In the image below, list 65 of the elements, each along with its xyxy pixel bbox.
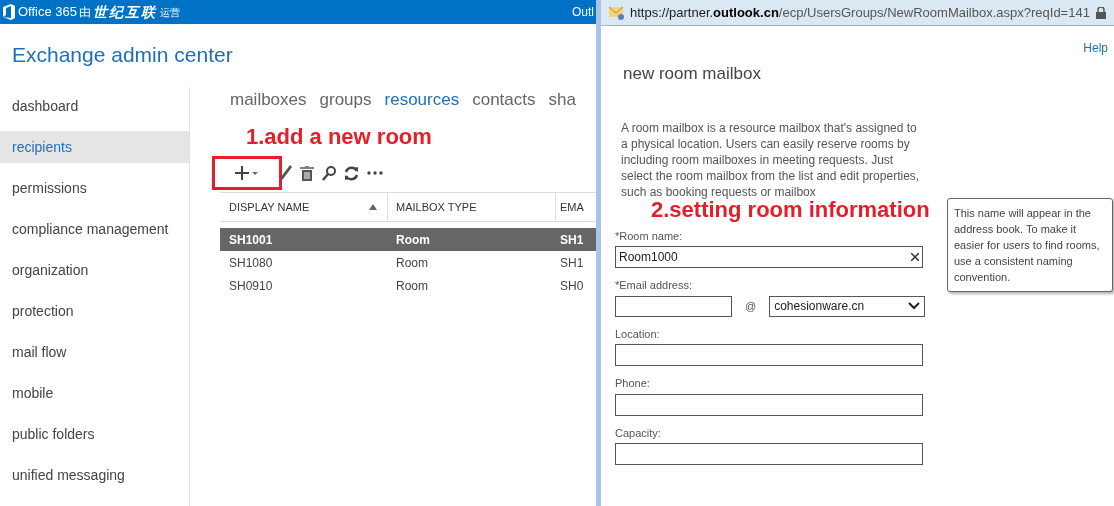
table-row[interactable]: SH0910 Room SH0 bbox=[220, 274, 596, 297]
refresh-icon[interactable] bbox=[344, 165, 359, 181]
office-logo-icon bbox=[2, 4, 16, 20]
table-cell-text: Room bbox=[395, 231, 431, 249]
sidebar-item[interactable]: recipients bbox=[0, 131, 189, 163]
sidebar-item[interactable]: dashboard bbox=[0, 90, 189, 122]
table-row[interactable]: SH1080 Room SH1 bbox=[220, 251, 596, 274]
table-cell-text: SH1001 bbox=[228, 231, 274, 249]
annotation-text: 1.add a new room bbox=[246, 123, 433, 150]
table-row[interactable]: SH1001 Room SH1 bbox=[220, 228, 596, 251]
domain-dropdown[interactable]: cohesionware.cn bbox=[769, 295, 926, 317]
at-sign: @ bbox=[745, 298, 757, 314]
search-icon[interactable] bbox=[322, 165, 336, 181]
email-field[interactable] bbox=[615, 295, 732, 317]
edit-icon[interactable] bbox=[280, 165, 292, 181]
dialog-title: new room mailbox bbox=[623, 63, 762, 85]
sidebar-item[interactable]: mobile bbox=[0, 377, 189, 409]
table-cell-text: SH0 bbox=[559, 277, 584, 295]
field-label: Location: bbox=[615, 326, 660, 342]
table-cell-text: SH1 bbox=[559, 231, 584, 249]
sidebar-item[interactable]: organization bbox=[0, 254, 189, 286]
nav-tab[interactable]: sha bbox=[548, 87, 576, 113]
table-cell-text: SH1080 bbox=[228, 254, 274, 272]
partner-text: 世纪互联 bbox=[93, 2, 158, 22]
sort-up-icon bbox=[369, 204, 377, 210]
nav-tab[interactable]: resources bbox=[384, 87, 460, 113]
field-label: *Room name: bbox=[615, 228, 683, 244]
sidebar-item[interactable]: mail flow bbox=[0, 336, 189, 368]
column-header[interactable]: EMA bbox=[556, 193, 584, 221]
clear-icon[interactable] bbox=[911, 253, 919, 261]
url-text[interactable]: https://partner.outlook.cn/ecp/UsersGroups/NewRoomMailbox.aspx?reqId=141 bbox=[630, 2, 1090, 23]
user-text: Outl bbox=[572, 4, 594, 21]
description-text: A room mailbox is a resource mailbox that's assigned to a physical location. Users can easily reserve rooms by including room mailboxes in meeting requests. Just select the room mailbox from the list and edit properties, such as booking requests or mailbox bbox=[621, 119, 921, 200]
more-icon[interactable] bbox=[367, 171, 383, 175]
sidebar-item[interactable]: permissions bbox=[0, 172, 189, 204]
sidebar-item[interactable]: protection bbox=[0, 295, 189, 327]
add-icon[interactable] bbox=[235, 166, 259, 180]
chevron-down-icon bbox=[908, 302, 921, 310]
sidebar-item[interactable]: unified messaging bbox=[0, 459, 189, 491]
sidebar-item[interactable]: public folders bbox=[0, 418, 189, 450]
app-title: Exchange admin center bbox=[11, 42, 234, 68]
table-cell-text: SH0910 bbox=[228, 277, 274, 295]
lock-icon bbox=[1095, 6, 1106, 19]
text-field[interactable] bbox=[615, 344, 923, 366]
help-link[interactable]: Help bbox=[1083, 39, 1108, 57]
room-name-field[interactable]: Room1000 bbox=[615, 246, 923, 268]
field-label: Phone: bbox=[615, 376, 650, 391]
tooltip: This name will appear in the address book. To make it easier for users to find rooms, use a consistent naming convention. bbox=[947, 197, 1113, 292]
nav-tab[interactable]: contacts bbox=[472, 87, 536, 113]
field-label: *Email address: bbox=[615, 278, 693, 293]
table-cell-text: SH1 bbox=[559, 254, 584, 272]
delete-icon[interactable] bbox=[300, 165, 314, 181]
table-cell-text: Room bbox=[395, 254, 429, 272]
brand-suffix: 由 bbox=[79, 4, 92, 21]
text-field[interactable] bbox=[615, 443, 923, 465]
brand-text: Office 365 bbox=[18, 3, 78, 22]
operated-text: 运营 bbox=[160, 5, 181, 20]
nav-tab[interactable]: groups bbox=[319, 87, 372, 113]
table-cell-text: Room bbox=[395, 277, 429, 295]
mail-icon bbox=[609, 5, 625, 20]
nav-tab[interactable]: mailboxes bbox=[230, 87, 307, 113]
sidebar-item[interactable]: compliance management bbox=[0, 213, 189, 245]
text-field[interactable] bbox=[615, 393, 923, 416]
field-label: Capacity: bbox=[615, 425, 661, 441]
column-header[interactable]: MAILBOX TYPE bbox=[388, 193, 556, 221]
